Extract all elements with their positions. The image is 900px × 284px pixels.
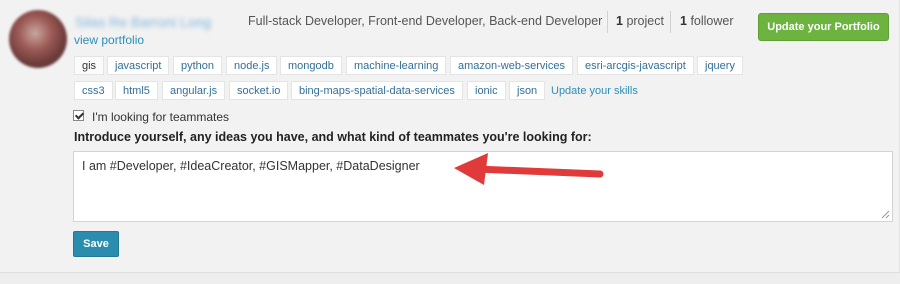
skill-tag[interactable]: javascript — [107, 56, 170, 75]
divider — [607, 11, 608, 33]
skill-tag[interactable]: html5 — [115, 81, 158, 100]
skill-tag[interactable]: node.js — [226, 56, 278, 75]
skill-tag[interactable]: python — [173, 56, 223, 75]
skill-tag[interactable]: jquery — [697, 56, 743, 75]
user-name[interactable]: Silas Re Barroni Long — [75, 13, 211, 31]
follower-count[interactable]: 1 follower — [680, 14, 734, 28]
roles-text: Full-stack Developer, Front-end Develope… — [248, 14, 603, 28]
annotation-arrow-icon — [454, 153, 604, 185]
avatar[interactable] — [9, 10, 67, 68]
follower-count-value: 1 — [680, 14, 687, 28]
view-portfolio-link[interactable]: view portfolio — [74, 33, 144, 47]
skill-tag[interactable]: css3 — [74, 81, 113, 100]
update-portfolio-button[interactable]: Update your Portfolio — [758, 13, 889, 41]
skill-tag[interactable]: bing-maps-spatial-data-services — [291, 81, 463, 100]
skill-tag[interactable]: mongodb — [280, 56, 342, 75]
skill-tag[interactable]: angular.js — [162, 81, 226, 100]
skill-tag[interactable]: amazon-web-services — [450, 56, 573, 75]
project-count[interactable]: 1 project — [616, 14, 664, 28]
skill-tag[interactable]: json — [509, 81, 546, 100]
skill-tag[interactable]: ionic — [467, 81, 506, 100]
update-skills-link[interactable]: Update your skills — [551, 84, 638, 98]
divider — [670, 11, 671, 33]
skill-tag[interactable]: gis — [74, 56, 105, 75]
portfolio-card: Silas Re Barroni Long view portfolio Ful… — [0, 0, 900, 273]
resize-grip-icon[interactable] — [881, 210, 890, 219]
looking-for-teammates-label: I'm looking for teammates — [92, 110, 230, 124]
intro-text: I am #Developer, #IdeaCreator, #GISMappe… — [82, 159, 420, 173]
save-button[interactable]: Save — [73, 231, 119, 257]
looking-for-teammates-checkbox[interactable] — [73, 110, 84, 121]
project-count-label: project — [626, 14, 664, 28]
skill-tag[interactable]: esri-arcgis-javascript — [577, 56, 694, 75]
project-count-value: 1 — [616, 14, 623, 28]
follower-count-label: follower — [690, 14, 734, 28]
intro-label: Introduce yourself, any ideas you have, … — [74, 130, 592, 144]
skill-tag[interactable]: machine-learning — [346, 56, 447, 75]
skill-tag[interactable]: socket.io — [229, 81, 289, 100]
